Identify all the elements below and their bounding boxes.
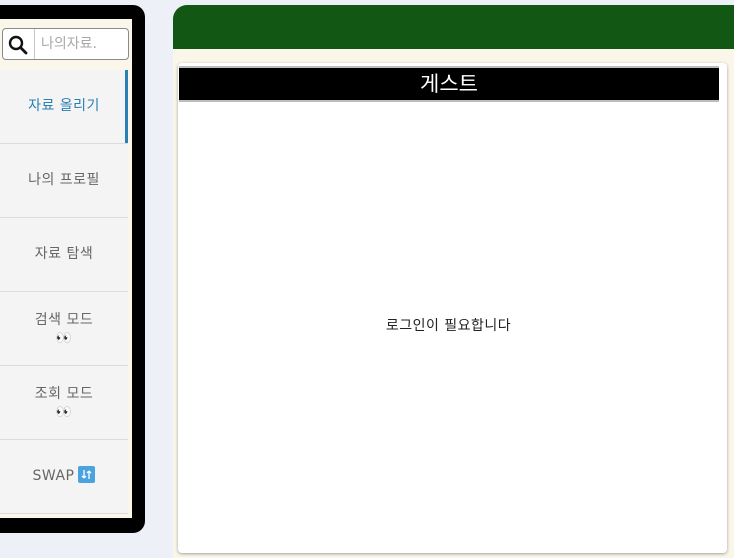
- sidebar-item-label: SWAP: [32, 468, 75, 484]
- sidebar-item-view-mode[interactable]: 조회 모드 👀: [0, 366, 128, 440]
- eyes-icon: 👀: [55, 405, 73, 420]
- sidebar-item-profile[interactable]: 나의 프로필: [0, 144, 128, 218]
- sidebar-item-label: 검색 모드: [34, 312, 94, 328]
- sidebar-menu: 자료 올리기 나의 프로필 자료 탐색 검색 모드 👀 조회 모드 👀 SWAP: [0, 70, 128, 514]
- sidebar-item-browse[interactable]: 자료 탐색: [0, 218, 128, 292]
- sidebar-item-upload[interactable]: 자료 올리기: [0, 70, 128, 144]
- sidebar-item-label: 자료 탐색: [34, 246, 94, 262]
- search-icon[interactable]: [7, 34, 29, 56]
- swap-icon: [78, 466, 96, 483]
- search-input[interactable]: [41, 33, 125, 55]
- content-card: 게스트 로그인이 필요합니다: [178, 63, 727, 553]
- card-header: 게스트: [179, 66, 719, 102]
- login-required-message: 로그인이 필요합니다: [385, 318, 512, 334]
- top-bar: [173, 5, 734, 49]
- sidebar-panel: 자료 올리기 나의 프로필 자료 탐색 검색 모드 👀 조회 모드 👀 SWAP: [0, 19, 132, 518]
- sidebar-item-label: 자료 올리기: [28, 98, 100, 114]
- sidebar-item-label: 조회 모드: [34, 386, 94, 402]
- sidebar-item-swap[interactable]: SWAP: [0, 440, 128, 514]
- eyes-icon: 👀: [55, 331, 73, 346]
- search-divider: [34, 29, 35, 59]
- sidebar: 자료 올리기 나의 프로필 자료 탐색 검색 모드 👀 조회 모드 👀 SWAP: [0, 5, 145, 533]
- search-box[interactable]: [2, 28, 129, 60]
- sidebar-item-search-mode[interactable]: 검색 모드 👀: [0, 292, 128, 366]
- swap-row: SWAP: [33, 466, 96, 487]
- sidebar-item-label: 나의 프로필: [28, 172, 100, 188]
